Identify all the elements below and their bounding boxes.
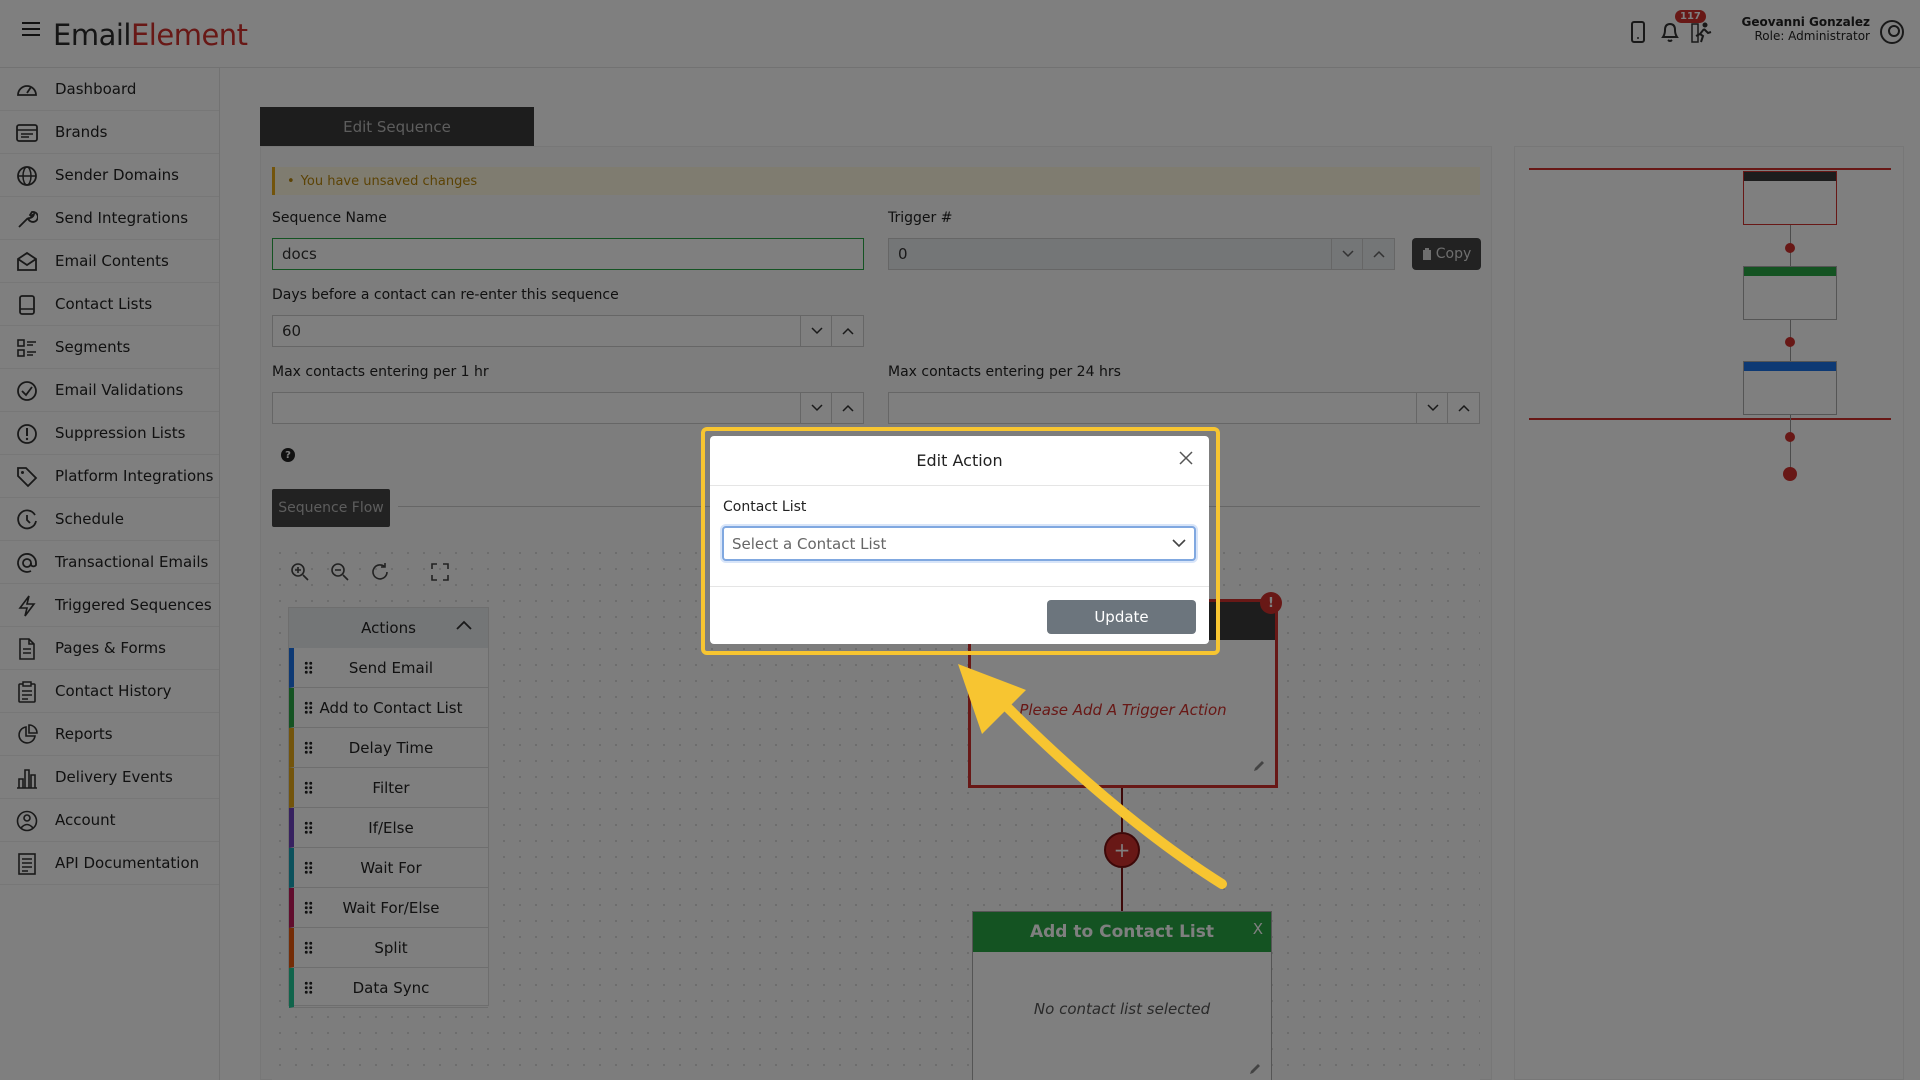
contact-list-select[interactable]: Select a Contact List bbox=[722, 526, 1196, 561]
contact-list-label: Contact List bbox=[723, 499, 807, 515]
edit-action-modal: Edit Action Contact List Select a Contac… bbox=[710, 436, 1209, 644]
annotation-arrow bbox=[958, 664, 1227, 889]
modal-title: Edit Action bbox=[710, 436, 1209, 486]
close-icon[interactable] bbox=[1177, 449, 1195, 467]
modal-divider bbox=[710, 586, 1209, 587]
update-button[interactable]: Update bbox=[1047, 600, 1196, 634]
chevron-down-icon bbox=[1172, 539, 1186, 548]
